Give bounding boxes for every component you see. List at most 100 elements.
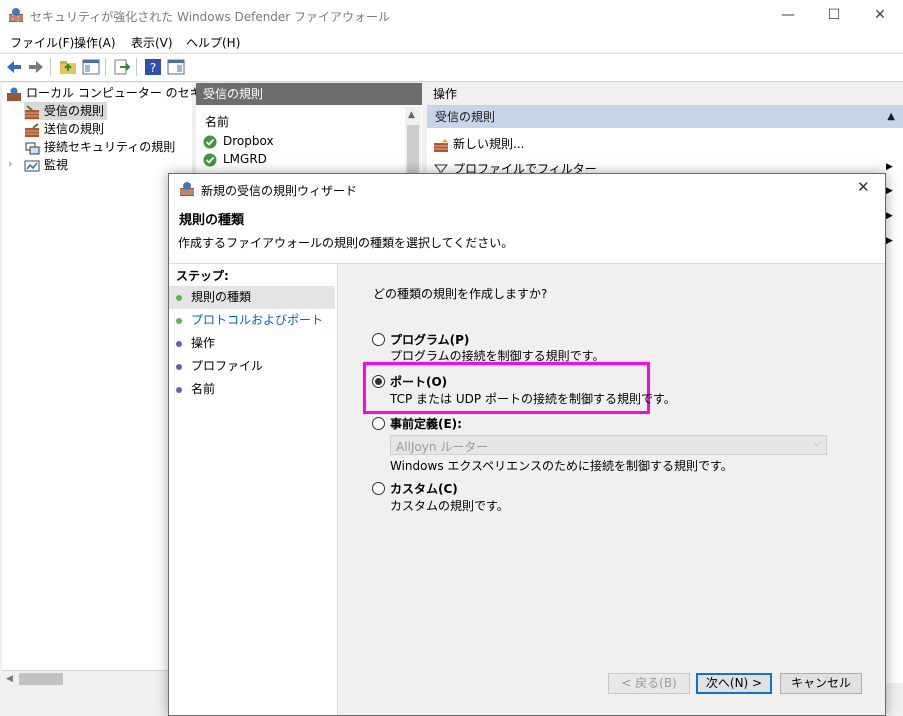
step-profile: プロファイル bbox=[169, 355, 337, 378]
custom-option-label[interactable]: カスタム(C) bbox=[390, 480, 458, 497]
port-option-desc: TCP または UDP ポートの接続を制御する規則です。 bbox=[390, 392, 676, 406]
scrollbar-thumb[interactable] bbox=[19, 673, 63, 685]
dialog-close-button[interactable]: ✕ bbox=[857, 178, 870, 196]
port-radio[interactable] bbox=[372, 375, 385, 388]
predefined-option-desc: Windows エクスペリエンスのために接続を制御する規則です。 bbox=[390, 459, 733, 473]
submenu-arrow-icon[interactable]: ▶ bbox=[886, 186, 893, 196]
close-button[interactable]: ✕ bbox=[857, 0, 903, 31]
inbound-rules-icon bbox=[24, 104, 40, 119]
tree-item-monitoring[interactable]: 監視 bbox=[24, 156, 68, 174]
actions-header: 操作 bbox=[427, 83, 903, 106]
submenu-arrow-icon[interactable]: ▶ bbox=[886, 236, 893, 246]
step-label: プロファイル bbox=[191, 359, 264, 373]
toolbar: ? bbox=[0, 53, 903, 82]
menu-action[interactable]: 操作(A) bbox=[74, 34, 116, 51]
chevron-right-icon[interactable]: › bbox=[8, 157, 12, 170]
scroll-up-icon[interactable]: ▲ bbox=[408, 110, 415, 120]
step-protocol-ports[interactable]: プロトコルおよびポート bbox=[169, 309, 337, 332]
tree-item-label: 受信の規則 bbox=[44, 104, 105, 118]
next-button[interactable]: 次へ(N) > bbox=[696, 673, 772, 694]
cancel-button[interactable]: キャンセル bbox=[780, 673, 862, 694]
tree-horizontal-scrollbar[interactable]: ◀ bbox=[2, 670, 192, 688]
step-label: 名前 bbox=[191, 382, 216, 396]
back-button[interactable]: < 戻る(B) bbox=[608, 673, 690, 694]
window-titlebar: セキュリティが強化された Windows Defender ファイアウォール —… bbox=[0, 0, 903, 31]
step-rule-type: 規則の種類 bbox=[169, 286, 335, 309]
page-description: 作成するファイアウォールの規則の種類を選択してください。 bbox=[178, 236, 514, 250]
collapse-up-icon[interactable]: ▲ bbox=[887, 106, 895, 128]
firewall-wizard-icon bbox=[180, 182, 194, 196]
svg-text:?: ? bbox=[150, 61, 156, 75]
action-label: 新しい規則... bbox=[453, 137, 525, 151]
tree-item-label: 接続セキュリティの規則 bbox=[44, 140, 176, 154]
tree-item-connection-security[interactable]: 接続セキュリティの規則 bbox=[24, 138, 175, 156]
predefined-radio[interactable] bbox=[372, 417, 385, 430]
predefined-select[interactable]: AllJoyn ルーター ⌵ bbox=[390, 435, 827, 455]
list-item[interactable]: LMGRD bbox=[203, 152, 267, 167]
tree-item-inbound-rules[interactable]: 受信の規則 bbox=[24, 102, 108, 120]
tree-item-outbound-rules[interactable]: 送信の規則 bbox=[24, 120, 104, 138]
tree-item-label: 送信の規則 bbox=[44, 122, 105, 136]
menu-help[interactable]: ヘルプ(H) bbox=[186, 34, 240, 51]
actions-section-inbound[interactable]: 受信の規則 ▲ bbox=[427, 106, 903, 128]
toolbar-separator bbox=[105, 58, 106, 76]
chevron-down-icon: ⌵ bbox=[813, 438, 821, 449]
custom-option-desc: カスタムの規則です。 bbox=[390, 499, 509, 513]
column-header-name[interactable]: 名前 bbox=[205, 113, 229, 130]
predefined-option-label[interactable]: 事前定義(E): bbox=[390, 415, 462, 432]
dialog-title: 新規の受信の規則ウィザード bbox=[201, 184, 358, 198]
step-label: 操作 bbox=[191, 336, 216, 350]
help-icon[interactable]: ? bbox=[143, 58, 163, 76]
action-new-rule[interactable]: 新しい規則... bbox=[433, 135, 524, 152]
folder-up-icon[interactable] bbox=[58, 58, 78, 76]
program-radio[interactable] bbox=[372, 333, 385, 346]
step-action: 操作 bbox=[169, 332, 337, 355]
show-hide-tree-icon[interactable] bbox=[81, 58, 101, 76]
check-allowed-icon bbox=[203, 135, 219, 149]
tree-item-label: 監視 bbox=[44, 158, 69, 172]
step-dot bbox=[176, 318, 182, 324]
new-rule-icon bbox=[433, 138, 449, 152]
list-item[interactable]: Dropbox bbox=[203, 134, 274, 149]
outbound-rules-icon bbox=[24, 122, 40, 137]
forward-arrow-icon[interactable] bbox=[26, 58, 46, 76]
monitoring-icon bbox=[24, 159, 40, 173]
submenu-arrow-icon[interactable]: ▶ bbox=[886, 211, 893, 221]
vertical-scrollbar[interactable]: ▲ bbox=[405, 107, 421, 179]
page-title: 規則の種類 bbox=[179, 213, 245, 228]
submenu-arrow-icon[interactable]: ▶ bbox=[886, 162, 893, 172]
scrollbar-thumb[interactable] bbox=[407, 125, 419, 175]
predefined-select-value: AllJoyn ルーター bbox=[396, 440, 489, 454]
navigation-tree: ローカル コンピューター のセキュリティ 受信の規則 送信の規則 接続セキュリテ… bbox=[2, 83, 249, 683]
rule-type-question: どの種類の規則を作成しますか? bbox=[373, 287, 548, 301]
dialog-header: 規則の種類 作成するファイアウォールの規則の種類を選択してください。 bbox=[169, 203, 885, 264]
firewall-icon bbox=[6, 87, 22, 101]
program-option-label[interactable]: プログラム(P) bbox=[390, 331, 469, 348]
menu-file[interactable]: ファイル(F) bbox=[10, 34, 74, 51]
step-dot bbox=[176, 364, 182, 370]
maximize-button[interactable]: ☐ bbox=[811, 0, 857, 31]
check-allowed-icon bbox=[203, 153, 219, 167]
step-dot bbox=[176, 387, 182, 393]
wizard-steps: ステップ: 規則の種類 プロトコルおよびポート 操作 プロファイル 名前 bbox=[169, 264, 338, 715]
rule-name: LMGRD bbox=[223, 152, 267, 166]
step-dot bbox=[176, 341, 182, 347]
toolbar-separator bbox=[50, 58, 51, 76]
export-list-icon[interactable] bbox=[112, 58, 132, 76]
custom-radio[interactable] bbox=[372, 482, 385, 495]
step-dot bbox=[176, 295, 182, 301]
minimize-button[interactable]: — bbox=[765, 0, 811, 31]
scroll-left-icon[interactable]: ◀ bbox=[6, 674, 13, 684]
pane-header: 受信の規則 bbox=[196, 83, 422, 105]
dialog-titlebar: 新規の受信の規則ウィザード ✕ bbox=[169, 174, 885, 203]
steps-label: ステップ: bbox=[176, 269, 229, 283]
step-label: プロトコルおよびポート bbox=[191, 313, 324, 327]
menu-bar: ファイル(F) 操作(A) 表示(V) ヘルプ(H) bbox=[0, 31, 903, 52]
toolbar-separator bbox=[136, 58, 137, 76]
step-label: 規則の種類 bbox=[191, 290, 252, 304]
menu-view[interactable]: 表示(V) bbox=[131, 34, 173, 51]
port-option-label[interactable]: ポート(O) bbox=[390, 373, 447, 390]
back-arrow-icon[interactable] bbox=[4, 58, 24, 76]
rule-name: Dropbox bbox=[223, 134, 274, 148]
show-hide-action-pane-icon[interactable] bbox=[166, 58, 186, 76]
